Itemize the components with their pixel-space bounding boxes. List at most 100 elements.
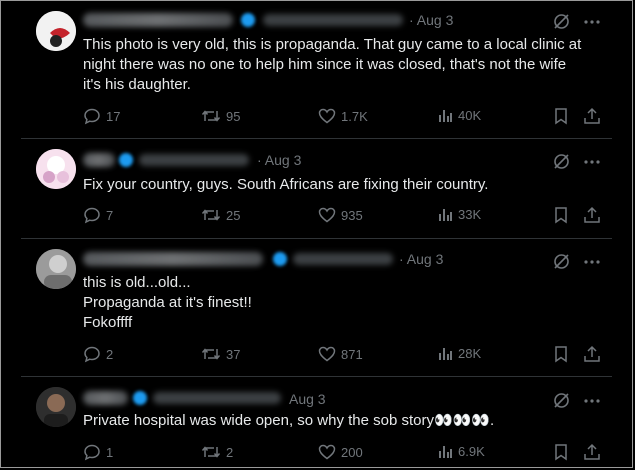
post-text: Fix your country, guys. South Africans a… [83, 175, 623, 195]
reply-button[interactable]: 2 [83, 345, 113, 363]
author-handle[interactable] [263, 14, 403, 26]
post[interactable]: Aug 3 Private hospital was wide open, so… [1, 377, 632, 467]
post-text: this is old...old... Propaganda at it's … [83, 273, 623, 333]
reply-button[interactable]: 17 [83, 107, 120, 125]
share-button[interactable] [583, 206, 601, 224]
repost-icon [201, 345, 221, 363]
share-icon [583, 107, 601, 125]
repost-count: 95 [226, 108, 241, 124]
reply-count: 1 [106, 444, 114, 460]
verified-badge [273, 252, 287, 266]
bookmark-icon [553, 107, 569, 125]
post-date[interactable]: · Aug 3 [257, 152, 301, 168]
post-text-line: it's his daughter. [83, 76, 191, 93]
views-count: 40K [458, 107, 482, 123]
bookmark-button[interactable] [553, 345, 569, 363]
reply-icon [83, 206, 101, 224]
author-name[interactable] [83, 153, 115, 167]
more-icon[interactable] [584, 19, 600, 24]
repost-icon [201, 443, 221, 461]
like-count: 935 [341, 207, 363, 223]
post-text-line: Private hospital was wide open, so why t… [83, 412, 495, 429]
share-icon [583, 443, 601, 461]
share-button[interactable] [583, 107, 601, 125]
share-button[interactable] [583, 443, 601, 461]
views-button[interactable]: 40K [437, 107, 481, 123]
reply-icon [83, 345, 101, 363]
heart-icon [318, 206, 336, 224]
author-handle[interactable] [293, 253, 393, 265]
post[interactable]: · Aug 3 Fix your country, guys. South Af… [1, 139, 632, 238]
author-name[interactable] [83, 13, 233, 27]
repost-count: 37 [226, 346, 241, 362]
grok-icon[interactable] [553, 253, 570, 270]
views-icon [437, 443, 453, 459]
like-button[interactable]: 935 [318, 206, 363, 224]
avatar[interactable] [36, 149, 76, 189]
heart-icon [318, 443, 336, 461]
views-count: 28K [458, 345, 482, 361]
views-icon [437, 345, 453, 361]
repost-icon [201, 206, 221, 224]
bookmark-button[interactable] [553, 107, 569, 125]
grok-icon[interactable] [553, 392, 570, 409]
reply-icon [83, 443, 101, 461]
post-date[interactable]: · Aug 3 [399, 251, 443, 267]
avatar[interactable] [36, 11, 76, 51]
post-text-line: This photo is very old, this is propagan… [83, 36, 582, 53]
reply-button[interactable]: 7 [83, 206, 113, 224]
repost-button[interactable]: 25 [201, 206, 240, 224]
views-button[interactable]: 28K [437, 345, 481, 361]
like-button[interactable]: 871 [318, 345, 363, 363]
grok-icon[interactable] [553, 153, 570, 170]
repost-button[interactable]: 37 [201, 345, 240, 363]
more-icon[interactable] [584, 398, 600, 403]
author-name[interactable] [83, 391, 128, 405]
post-text-line: Fokoffff [83, 314, 133, 331]
author-handle[interactable] [139, 154, 249, 166]
views-button[interactable]: 6.9K [437, 443, 485, 459]
like-count: 1.7K [341, 108, 368, 124]
share-icon [583, 345, 601, 363]
post[interactable]: · Aug 3 this is old...old... Propaganda … [1, 239, 632, 376]
views-button[interactable]: 33K [437, 206, 481, 222]
post-text-line: night there was no one to help him since… [83, 56, 567, 73]
views-count: 6.9K [458, 443, 485, 459]
reply-button[interactable]: 1 [83, 443, 113, 461]
bookmark-button[interactable] [553, 206, 569, 224]
share-button[interactable] [583, 345, 601, 363]
reply-icon [83, 107, 101, 125]
avatar[interactable] [36, 387, 76, 427]
heart-icon [318, 107, 336, 125]
heart-icon [318, 345, 336, 363]
repost-icon [201, 107, 221, 125]
author-name[interactable] [83, 252, 263, 266]
like-button[interactable]: 1.7K [318, 107, 368, 125]
bookmark-button[interactable] [553, 443, 569, 461]
post-text-line: Propaganda at it's finest!! [83, 294, 252, 311]
verified-badge [119, 153, 133, 167]
author-handle[interactable] [153, 392, 281, 404]
like-button[interactable]: 200 [318, 443, 363, 461]
verified-badge [133, 391, 147, 405]
avatar[interactable] [36, 249, 76, 289]
post-text: This photo is very old, this is propagan… [83, 35, 623, 95]
feed: · Aug 3 This photo is very old, this is … [0, 0, 633, 468]
grok-icon[interactable] [553, 13, 570, 30]
repost-count: 2 [226, 444, 234, 460]
bookmark-icon [553, 443, 569, 461]
repost-button[interactable]: 95 [201, 107, 240, 125]
like-count: 871 [341, 346, 363, 362]
bookmark-icon [553, 345, 569, 363]
post[interactable]: · Aug 3 This photo is very old, this is … [1, 1, 632, 138]
views-icon [437, 206, 453, 222]
more-icon[interactable] [584, 259, 600, 264]
repost-button[interactable]: 2 [201, 443, 233, 461]
post-date[interactable]: · Aug 3 [409, 12, 453, 28]
share-icon [583, 206, 601, 224]
views-count: 33K [458, 206, 482, 222]
repost-count: 25 [226, 207, 241, 223]
more-icon[interactable] [584, 159, 600, 164]
bookmark-icon [553, 206, 569, 224]
post-date[interactable]: Aug 3 [289, 391, 326, 407]
